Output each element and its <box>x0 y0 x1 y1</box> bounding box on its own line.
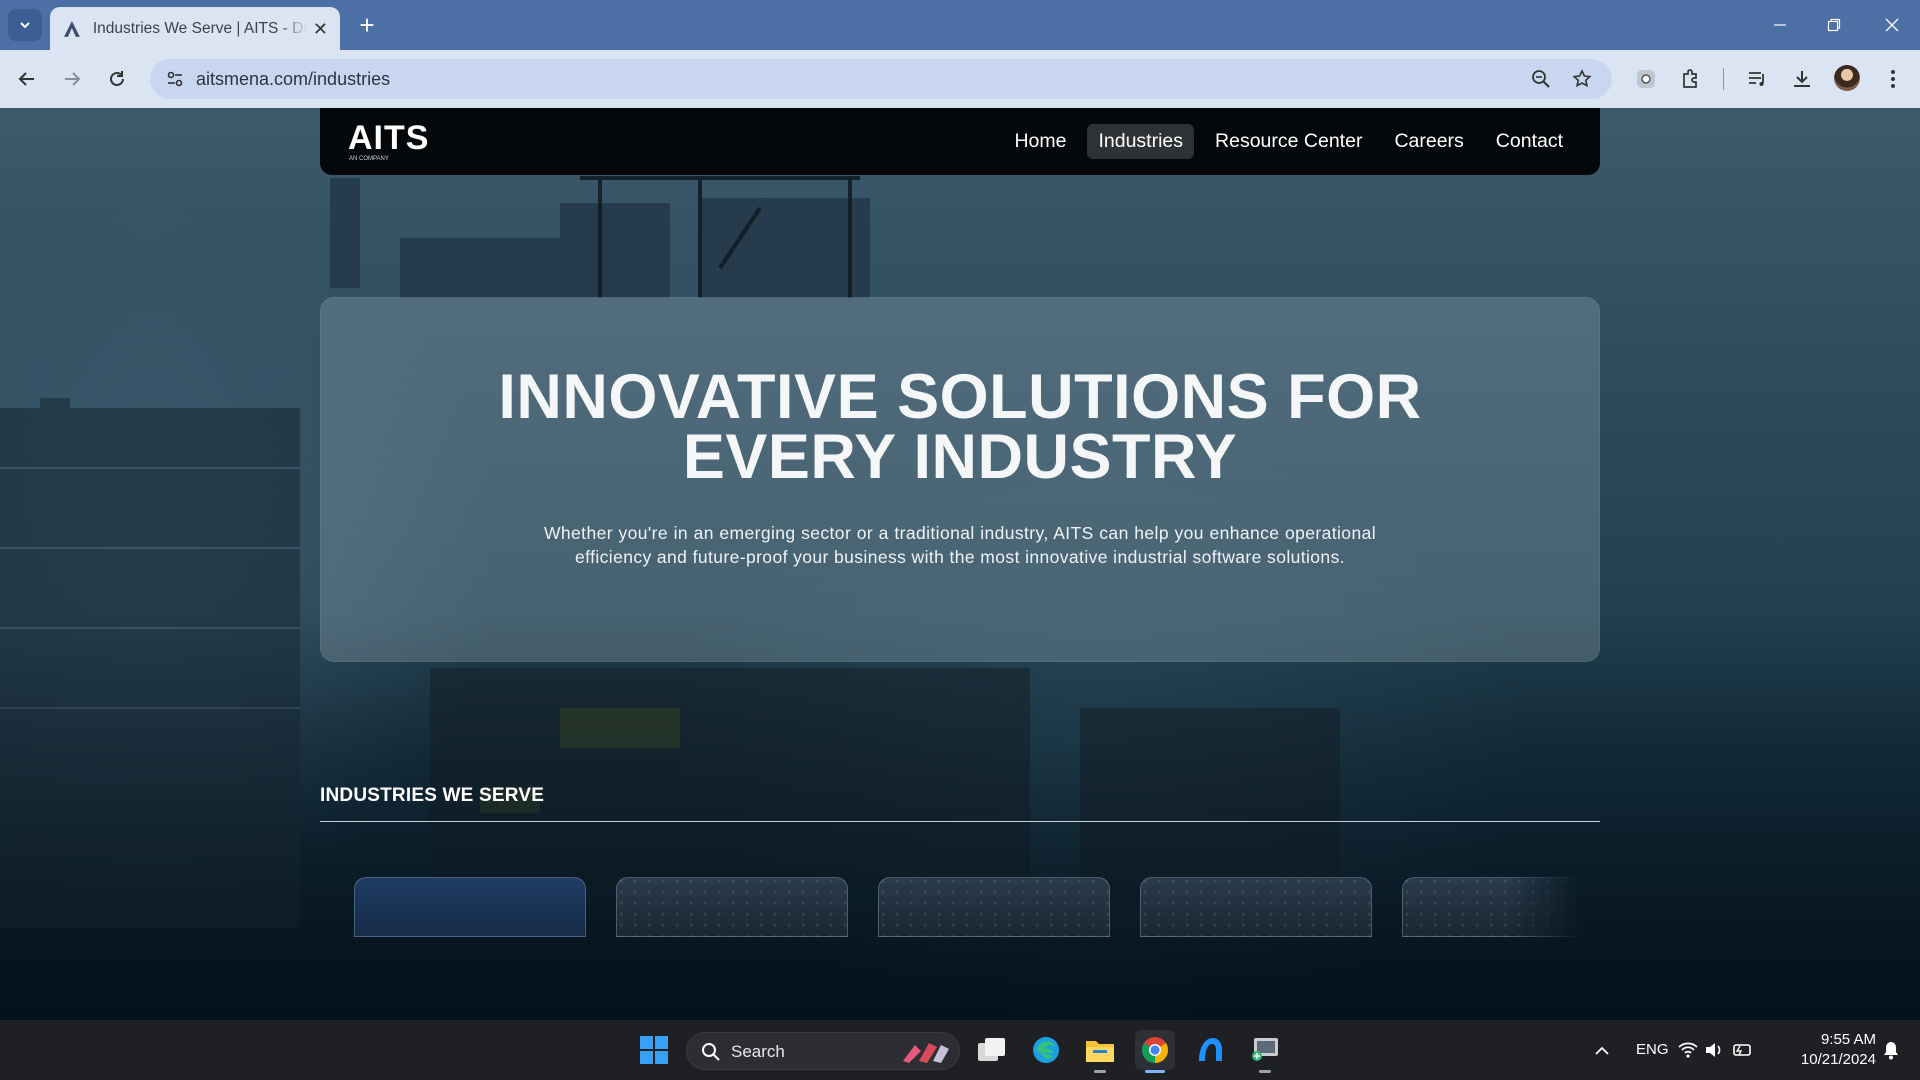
notifications-button[interactable] <box>1876 1030 1906 1070</box>
hero-description: Whether you're in an emerging sector or … <box>544 523 1376 567</box>
browser-tab-active[interactable]: Industries We Serve | AITS - Dri ✕ <box>50 7 340 50</box>
restore-icon <box>1827 18 1841 32</box>
browser-toolbar: aitsmena.com/industries <box>0 50 1920 108</box>
quick-settings-button[interactable] <box>1676 1030 1756 1070</box>
close-icon <box>1885 18 1899 32</box>
chrome-taskbar-button[interactable] <box>1135 1030 1175 1073</box>
menu-kebab-icon[interactable] <box>1876 62 1910 96</box>
browser-tabstrip: Industries We Serve | AITS - Dri ✕ + <box>0 0 1920 50</box>
aits-logo[interactable]: AITS AN COMPANY <box>348 118 464 164</box>
site-info-icon[interactable] <box>160 64 190 94</box>
aits-favicon-icon <box>63 20 80 37</box>
folder-icon <box>1086 1041 1114 1062</box>
blue-app-icon <box>1199 1038 1222 1061</box>
remote-desktop-button[interactable] <box>1245 1030 1285 1073</box>
running-indicator <box>1259 1070 1271 1073</box>
language-indicator[interactable]: ENG <box>1636 1041 1669 1058</box>
reload-icon <box>110 71 124 86</box>
taskbar-search[interactable]: Search <box>686 1032 960 1070</box>
windows-logo-icon <box>640 1036 668 1064</box>
nav-resource-center[interactable]: Resource Center <box>1204 124 1373 159</box>
site-header: AITS AN COMPANY Home Industries Resource… <box>320 108 1600 175</box>
main-navigation: Home Industries Resource Center Careers … <box>1003 123 1574 159</box>
clock-date: 10/21/2024 <box>1800 1051 1876 1068</box>
back-arrow-icon <box>18 72 34 86</box>
forward-button[interactable] <box>55 62 89 96</box>
section-divider <box>320 821 1600 822</box>
search-highlight-icon <box>903 1043 949 1063</box>
back-button[interactable] <box>10 62 44 96</box>
industry-card[interactable] <box>616 877 848 937</box>
start-button[interactable] <box>634 1030 674 1070</box>
page-viewport: AITS AN COMPANY Home Industries Resource… <box>0 108 1920 1020</box>
nav-industries[interactable]: Industries <box>1087 123 1195 159</box>
wifi-icon <box>1678 1042 1698 1058</box>
restore-button[interactable] <box>1806 8 1862 42</box>
system-clock[interactable]: 9:55 AM 10/21/2024 <box>1786 1030 1876 1070</box>
industry-card[interactable] <box>354 877 586 937</box>
toolbar-separator <box>1723 68 1724 90</box>
svg-text:AN COMPANY: AN COMPANY <box>349 156 389 162</box>
close-window-button[interactable] <box>1864 8 1920 42</box>
forward-arrow-icon <box>65 72 81 86</box>
extension-record-icon[interactable] <box>1629 62 1663 96</box>
hero-card: INNOVATIVE SOLUTIONS FOR EVERY INDUSTRY … <box>320 297 1600 662</box>
bell-icon <box>1884 1042 1898 1060</box>
tab-search-button[interactable] <box>8 9 42 41</box>
nav-contact[interactable]: Contact <box>1485 124 1574 159</box>
tab-title: Industries We Serve | AITS - Dri <box>92 19 307 37</box>
media-control-icon[interactable] <box>1740 62 1774 96</box>
extensions-puzzle-icon[interactable] <box>1674 62 1708 96</box>
bookmark-star-icon[interactable] <box>1567 64 1597 94</box>
app-taskbar-button[interactable] <box>1190 1030 1230 1070</box>
task-view-icon <box>978 1038 1005 1061</box>
task-view-button[interactable] <box>972 1030 1012 1070</box>
industry-card[interactable] <box>1402 877 1582 937</box>
minimize-button[interactable] <box>1752 8 1808 42</box>
windows-taskbar: Search ENG 9:55 AM 10/21/2024 <box>0 1020 1920 1080</box>
edge-icon <box>1033 1037 1059 1063</box>
industry-card[interactable] <box>1140 877 1372 937</box>
nav-home[interactable]: Home <box>1003 124 1077 159</box>
edge-browser-button[interactable] <box>1026 1030 1066 1070</box>
volume-icon <box>1706 1043 1721 1057</box>
industry-card[interactable] <box>878 877 1110 937</box>
nav-careers[interactable]: Careers <box>1383 124 1474 159</box>
show-hidden-icons-button[interactable] <box>1582 1030 1622 1070</box>
chrome-icon <box>1141 1037 1169 1064</box>
address-bar[interactable]: aitsmena.com/industries <box>150 59 1612 99</box>
new-tab-button[interactable]: + <box>352 10 382 40</box>
clock-time: 9:55 AM <box>1820 1031 1876 1048</box>
svg-text:AITS: AITS <box>348 119 429 157</box>
battery-icon <box>1733 1044 1751 1056</box>
chevron-down-icon <box>20 22 30 29</box>
profile-avatar[interactable] <box>1834 65 1860 91</box>
running-indicator <box>1094 1070 1106 1073</box>
hero-title-line2: EVERY INDUSTRY <box>682 422 1238 492</box>
remote-desktop-icon <box>1252 1038 1278 1061</box>
chevron-up-icon <box>1595 1046 1609 1055</box>
minimize-icon <box>1774 24 1786 26</box>
taskbar-search-placeholder: Search <box>731 1042 785 1061</box>
zoom-icon[interactable] <box>1526 64 1556 94</box>
hero-title: INNOVATIVE SOLUTIONS FOR EVERY INDUSTRY <box>320 366 1600 489</box>
url-text: aitsmena.com/industries <box>196 69 391 89</box>
tab-close-icon[interactable]: ✕ <box>313 20 328 38</box>
search-icon <box>702 1043 720 1061</box>
downloads-icon[interactable] <box>1785 62 1819 96</box>
file-explorer-button[interactable] <box>1080 1030 1120 1073</box>
reload-button[interactable] <box>100 62 134 96</box>
industries-section-title: INDUSTRIES WE SERVE <box>320 785 545 806</box>
active-indicator <box>1145 1070 1165 1073</box>
